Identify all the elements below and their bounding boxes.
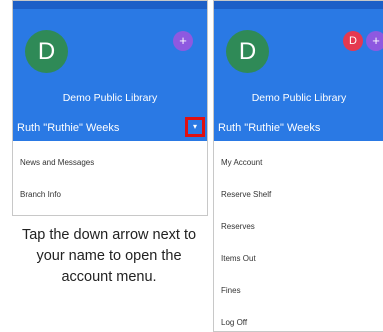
user-name[interactable]: Ruth "Ruthie" Weeks [17, 122, 119, 134]
switch-account-avatar[interactable]: D [343, 31, 363, 51]
left-screenshot: D + Demo Public Library Ruth "Ruthie" We… [12, 0, 208, 216]
right-screenshot: D D + Demo Public Library Ruth "Ruthie" … [213, 0, 383, 332]
status-bar [13, 1, 207, 9]
menu-item-news-and-messages[interactable]: News and Messages [13, 147, 207, 179]
menu-item-log-off[interactable]: Log Off [214, 307, 383, 331]
library-name: Demo Public Library [62, 92, 158, 104]
menu-item-reserve-shelf[interactable]: Reserve Shelf [214, 179, 383, 211]
chevron-down-icon: ▾ [192, 122, 197, 131]
menu-item-fines[interactable]: Fines [214, 275, 383, 307]
account-dropdown-button[interactable]: ▾ [185, 117, 205, 137]
account-menu: My Account Reserve Shelf Reserves Items … [214, 141, 383, 331]
menu-item-my-account[interactable]: My Account [214, 147, 383, 179]
drawer-header: D + Demo Public Library Ruth "Ruthie" We… [13, 9, 207, 141]
library-name: Demo Public Library [251, 92, 347, 104]
status-bar [214, 1, 383, 9]
avatar[interactable]: D [226, 30, 269, 73]
drawer-header: D D + Demo Public Library Ruth "Ruthie" … [214, 9, 383, 141]
navigation-menu: News and Messages Branch Info [13, 141, 207, 211]
add-account-icon[interactable]: + [173, 31, 193, 51]
avatar[interactable]: D [25, 30, 68, 73]
menu-item-branch-info[interactable]: Branch Info [13, 179, 207, 211]
user-name[interactable]: Ruth "Ruthie" Weeks [218, 122, 320, 134]
menu-item-items-out[interactable]: Items Out [214, 243, 383, 275]
instruction-caption: Tap the down arrow next to your name to … [21, 227, 197, 285]
menu-item-reserves[interactable]: Reserves [214, 211, 383, 243]
add-account-icon[interactable]: + [366, 31, 383, 51]
